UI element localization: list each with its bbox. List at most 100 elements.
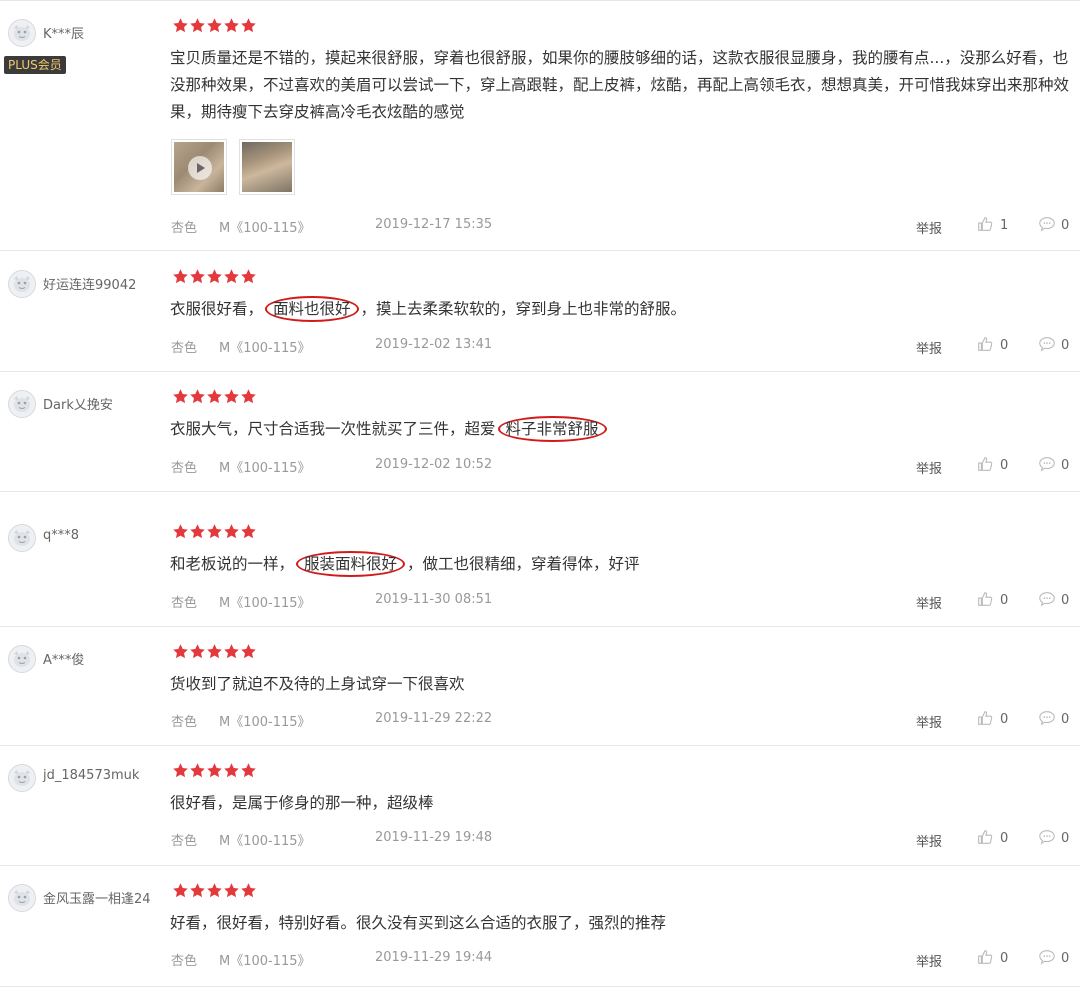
like-count: 1: [1000, 218, 1009, 233]
review-text: 宝贝质量还是不错的，摸起来很舒服，穿着也很舒服，如果你的腰肢够细的话，这款衣服很…: [170, 49, 1070, 121]
review-text: 衣服很好看， 面料也很好 ，摸上去柔柔软软的，穿到身上也非常的舒服。: [170, 296, 1070, 323]
like-count: 0: [1000, 831, 1009, 846]
thumbs-up-icon[interactable]: [976, 455, 994, 473]
comment-count: 0: [1061, 712, 1070, 727]
comment-count: 0: [1061, 593, 1070, 608]
star-icon: [206, 268, 223, 285]
review-date: 2019-11-29 19:44: [375, 950, 493, 965]
review-video-thumbnail[interactable]: [171, 139, 227, 195]
star-rating: [172, 762, 257, 780]
review-date: 2019-11-30 08:51: [375, 592, 493, 607]
star-rating: [172, 268, 257, 286]
review-list: K***辰 PLUS会员 宝贝质量还是不错的，摸起来很舒服，穿着也很舒服，如果你…: [0, 0, 1080, 990]
star-icon: [240, 882, 257, 899]
star-rating: [172, 388, 257, 406]
star-icon: [206, 17, 223, 34]
star-icon: [206, 643, 223, 660]
like-count: 0: [1000, 338, 1009, 353]
star-icon: [240, 388, 257, 405]
thumbs-up-icon[interactable]: [976, 828, 994, 846]
product-color: 杏色: [171, 596, 198, 611]
like-count: 0: [1000, 458, 1009, 473]
report-link[interactable]: 举报: [916, 593, 942, 612]
star-icon: [240, 268, 257, 285]
comment-count: 0: [1061, 458, 1070, 473]
thumbs-up-icon[interactable]: [976, 335, 994, 353]
comment-count: 0: [1061, 338, 1070, 353]
star-icon: [189, 643, 206, 660]
report-link[interactable]: 举报: [916, 458, 942, 477]
like-count: 0: [1000, 593, 1009, 608]
highlight-circle: 面料也很好: [265, 296, 359, 322]
comment-bubble-icon[interactable]: [1038, 335, 1056, 353]
star-icon: [172, 523, 189, 540]
thumbs-up-icon[interactable]: [976, 948, 994, 966]
report-link[interactable]: 举报: [916, 338, 942, 357]
star-icon: [172, 882, 189, 899]
thumbs-up-icon[interactable]: [976, 709, 994, 727]
plus-member-badge: PLUS会员: [4, 56, 66, 74]
comment-bubble-icon[interactable]: [1038, 215, 1056, 233]
comment-bubble-icon[interactable]: [1038, 948, 1056, 966]
review-date: 2019-12-17 15:35: [375, 217, 493, 232]
review-item: K***辰 PLUS会员 宝贝质量还是不错的，摸起来很舒服，穿着也很舒服，如果你…: [0, 0, 1080, 251]
default-avatar-icon: [8, 645, 36, 673]
review-item: jd_184573muk 很好看，是属于修身的那一种，超级棒 杏色 M《100-…: [0, 746, 1080, 866]
review-text: 和老板说的一样， 服装面料很好 ，做工也很精细，穿着得体，好评: [170, 551, 1070, 578]
report-link[interactable]: 举报: [916, 831, 942, 850]
star-icon: [189, 17, 206, 34]
product-size: M《100-115》: [219, 461, 311, 476]
review-text: 货收到了就迫不及待的上身试穿一下很喜欢: [170, 675, 465, 693]
default-avatar-icon: [8, 884, 36, 912]
product-color: 杏色: [171, 954, 198, 969]
review-photo-thumbnail[interactable]: [239, 139, 295, 195]
star-icon: [240, 643, 257, 660]
thumbs-up-icon[interactable]: [976, 215, 994, 233]
report-link[interactable]: 举报: [916, 712, 942, 731]
username: jd_184573muk: [43, 768, 140, 783]
review-item: 金风玉露一相逢24 好看，很好看，特别好看。很久没有买到这么合适的衣服了，强烈的…: [0, 866, 1080, 987]
review-date: 2019-11-29 19:48: [375, 830, 493, 845]
star-icon: [240, 523, 257, 540]
like-count: 0: [1000, 951, 1009, 966]
comment-bubble-icon[interactable]: [1038, 828, 1056, 846]
star-icon: [206, 882, 223, 899]
product-size: M《100-115》: [219, 834, 311, 849]
review-date: 2019-12-02 10:52: [375, 457, 493, 472]
star-rating: [172, 643, 257, 661]
username: Dark乂挽安: [43, 398, 113, 413]
star-icon: [189, 762, 206, 779]
star-icon: [172, 268, 189, 285]
product-color: 杏色: [171, 221, 198, 236]
review-text: 很好看，是属于修身的那一种，超级棒: [170, 794, 434, 812]
product-size: M《100-115》: [219, 596, 311, 611]
star-icon: [206, 523, 223, 540]
star-icon: [240, 17, 257, 34]
default-avatar-icon: [8, 19, 36, 47]
default-avatar-icon: [8, 764, 36, 792]
star-icon: [172, 388, 189, 405]
username: 金风玉露一相逢24: [43, 892, 151, 907]
review-date: 2019-12-02 13:41: [375, 337, 493, 352]
star-icon: [189, 388, 206, 405]
review-item: Dark乂挽安 衣服大气，尺寸合适我一次性就买了三件，超爱 料子非常舒服 杏色 M…: [0, 372, 1080, 492]
comment-bubble-icon[interactable]: [1038, 590, 1056, 608]
star-icon: [172, 643, 189, 660]
review-item: q***8 和老板说的一样， 服装面料很好 ，做工也很精细，穿着得体，好评 杏色 M…: [0, 492, 1080, 627]
star-icon: [223, 523, 240, 540]
thumbs-up-icon[interactable]: [976, 590, 994, 608]
star-rating: [172, 882, 257, 900]
star-icon: [172, 762, 189, 779]
review-text: 衣服大气，尺寸合适我一次性就买了三件，超爱 料子非常舒服: [170, 416, 1070, 443]
report-link[interactable]: 举报: [916, 951, 942, 970]
comment-bubble-icon[interactable]: [1038, 455, 1056, 473]
comment-bubble-icon[interactable]: [1038, 709, 1056, 727]
report-link[interactable]: 举报: [916, 218, 942, 237]
star-icon: [206, 388, 223, 405]
product-color: 杏色: [171, 341, 198, 356]
product-size: M《100-115》: [219, 715, 311, 730]
product-color: 杏色: [171, 715, 198, 730]
default-avatar-icon: [8, 270, 36, 298]
star-icon: [189, 268, 206, 285]
star-icon: [223, 388, 240, 405]
